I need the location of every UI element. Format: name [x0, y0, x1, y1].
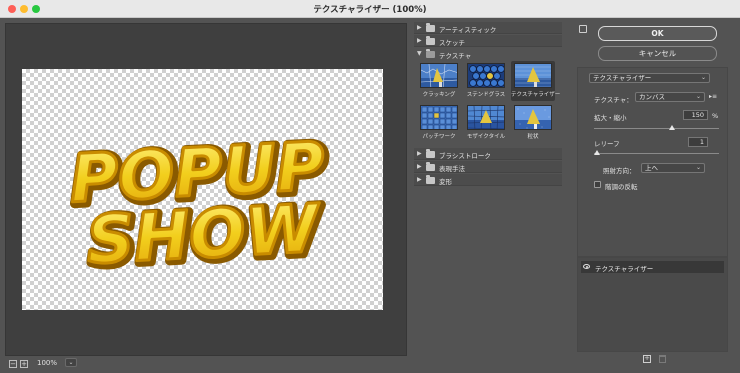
effect-layer-row[interactable]: テクスチャライザー	[581, 261, 724, 273]
category-label: スケッチ	[439, 39, 465, 47]
collapse-gallery-icon[interactable]	[579, 25, 587, 33]
folder-icon	[426, 175, 435, 184]
invert-checkbox[interactable]	[594, 181, 601, 188]
relief-label: レリーフ	[594, 140, 620, 148]
filter-thumbnail-texturizer[interactable]: テクスチャライザー	[511, 61, 561, 101]
category-artistic[interactable]: ▶ アーティスティック	[414, 22, 562, 34]
collapsed-triangle-icon: ▶	[417, 150, 422, 157]
show-text: SHOW	[85, 190, 324, 279]
category-brush-strokes[interactable]: ▶ ブラシストローク	[414, 148, 562, 160]
scaling-slider-track[interactable]	[594, 128, 719, 129]
mosaic-tile-thumbnail-icon	[467, 105, 505, 130]
category-sketch[interactable]: ▶ スケッチ	[414, 35, 562, 47]
thumbnail-label: モザイクタイル	[466, 134, 506, 140]
filter-gallery-browser: ▶ アーティスティック ▶ スケッチ ▼ テクスチャ クラッキング ステンドグラ…	[414, 20, 564, 370]
thumbnail-label: パッチワーク	[422, 134, 456, 140]
collapsed-triangle-icon: ▶	[417, 163, 422, 170]
cracking-thumbnail-icon	[420, 63, 458, 88]
filter-options-panel: OK キャンセル テクスチャライザー ⌄ テクスチャ： カンバス ⌄ ▸≡ 拡大…	[572, 20, 737, 370]
category-label: 変形	[439, 178, 452, 186]
thumbnail-label: ステンドグラス	[466, 92, 506, 98]
category-label: 表現手法	[439, 165, 465, 173]
texturizer-thumbnail-icon	[514, 63, 552, 88]
load-texture-menu-icon[interactable]: ▸≡	[709, 93, 717, 100]
filter-thumbnail-mosaic-tiles[interactable]: モザイクタイル	[464, 103, 508, 143]
relief-slider-track[interactable]	[594, 153, 719, 154]
stained-glass-thumbnail-icon	[467, 63, 505, 88]
filter-type-value: テクスチャライザー	[593, 74, 652, 82]
cancel-button[interactable]: キャンセル	[598, 46, 717, 61]
relief-input[interactable]: 1	[688, 137, 708, 147]
category-stylize[interactable]: ▶ 表現手法	[414, 161, 562, 173]
filter-thumbnail-craquelure[interactable]: クラッキング	[417, 61, 461, 101]
expanded-triangle-icon: ▼	[417, 50, 422, 57]
open-folder-icon	[426, 49, 435, 58]
zoom-dropdown-button[interactable]: ⌄	[65, 358, 77, 367]
texture-select[interactable]: カンバス ⌄	[635, 92, 705, 102]
filter-thumbnail-grain[interactable]: 粒状	[511, 103, 555, 143]
collapsed-triangle-icon: ▶	[417, 24, 422, 31]
folder-icon	[426, 23, 435, 32]
thumbnail-label: 粒状	[527, 134, 539, 140]
patchwork-thumbnail-icon	[420, 105, 458, 130]
chevron-down-icon: ⌄	[695, 93, 701, 100]
scaling-unit: %	[712, 112, 719, 120]
invert-label: 階調の反転	[605, 183, 638, 191]
folder-icon	[426, 36, 435, 45]
category-label: アーティスティック	[439, 26, 497, 34]
zoom-out-button[interactable]: −	[9, 360, 17, 368]
ok-button[interactable]: OK	[598, 26, 717, 41]
filter-thumbnail-patchwork[interactable]: パッチワーク	[417, 103, 461, 143]
texture-value: カンバス	[639, 93, 665, 101]
grain-thumbnail-icon	[514, 105, 552, 130]
category-texture[interactable]: ▼ テクスチャ	[414, 48, 562, 60]
window-titlebar: テクスチャライザー (100%)	[0, 0, 740, 18]
eye-icon[interactable]	[583, 264, 590, 269]
light-direction-label: 照射方向：	[603, 167, 636, 175]
chevron-down-icon: ⌄	[695, 164, 701, 171]
effect-layer-label: テクスチャライザー	[595, 265, 654, 273]
light-direction-select[interactable]: 上へ ⌄	[641, 163, 705, 173]
scaling-slider-thumb[interactable]	[669, 125, 676, 130]
delete-effect-layer-icon[interactable]	[659, 355, 666, 363]
filter-thumbnail-stained-glass[interactable]: ステンドグラス	[464, 61, 508, 101]
filter-type-select[interactable]: テクスチャライザー ⌄	[589, 73, 710, 83]
category-label: テクスチャ	[439, 52, 472, 60]
window-title: テクスチャライザー (100%)	[313, 5, 427, 15]
thumbnail-label: テクスチャライザー	[511, 92, 561, 98]
collapsed-triangle-icon: ▶	[417, 37, 422, 44]
thumbnail-label: クラッキング	[422, 92, 456, 98]
collapsed-triangle-icon: ▶	[417, 176, 422, 183]
new-effect-layer-icon[interactable]	[643, 354, 651, 363]
folder-icon	[426, 162, 435, 171]
scaling-input[interactable]: 150	[683, 110, 708, 120]
folder-icon	[426, 149, 435, 158]
zoom-level: 100%	[37, 359, 58, 367]
scaling-label: 拡大・縮小	[594, 114, 627, 122]
filter-preview-area[interactable]: POPUP POPUP SHOW SHOW	[5, 23, 407, 356]
category-distort[interactable]: ▶ 変形	[414, 174, 562, 186]
texture-label: テクスチャ：	[594, 96, 633, 104]
popup-show-artwork: POPUP POPUP SHOW SHOW	[65, 125, 333, 285]
category-label: ブラシストローク	[439, 152, 491, 160]
chevron-down-icon: ⌄	[700, 74, 706, 81]
relief-slider-thumb[interactable]	[593, 150, 600, 155]
zoom-in-button[interactable]: +	[20, 360, 28, 368]
filter-settings-panel: テクスチャライザー ⌄ テクスチャ： カンバス ⌄ ▸≡ 拡大・縮小 150 %…	[577, 67, 728, 257]
preview-canvas: POPUP POPUP SHOW SHOW	[22, 69, 383, 310]
zoom-bar: − + 100% ⌄	[5, 356, 407, 370]
light-direction-value: 上へ	[645, 164, 658, 172]
effect-layers-panel: テクスチャライザー	[577, 257, 728, 352]
